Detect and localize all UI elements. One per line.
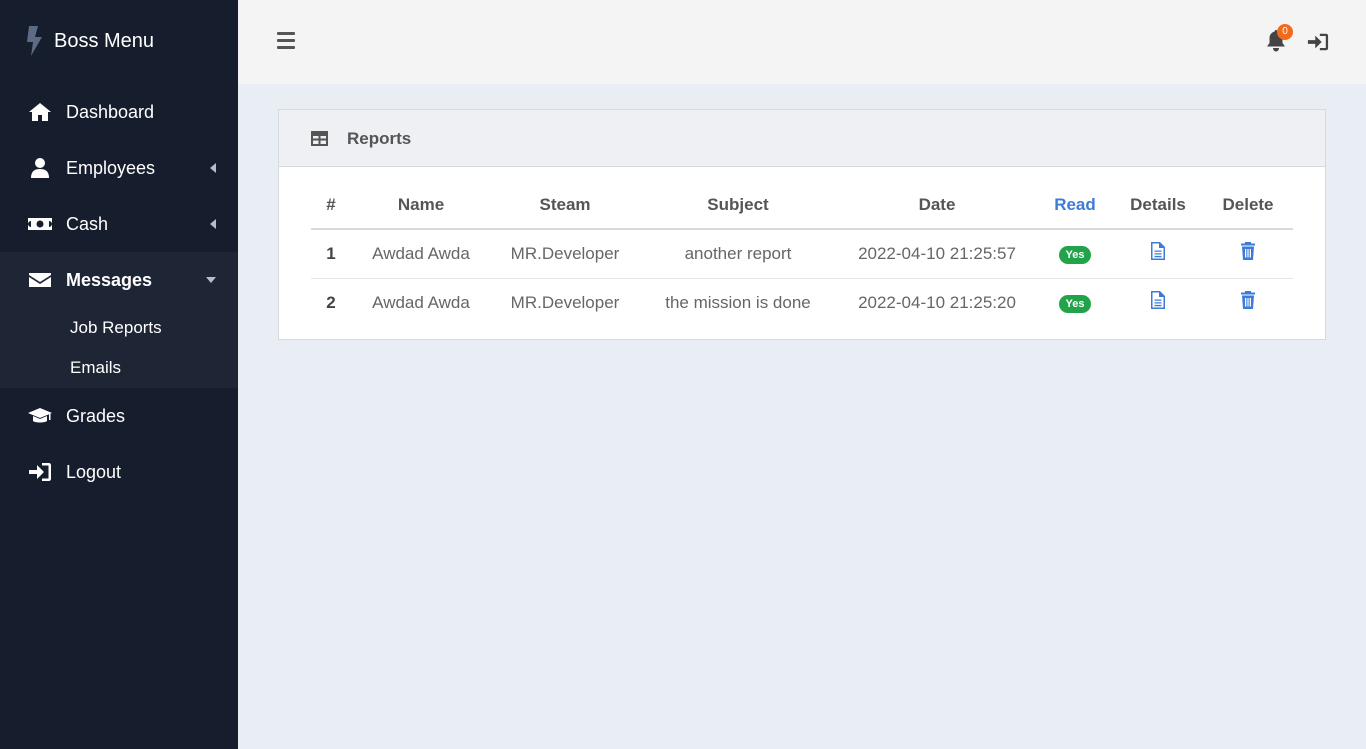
notification-badge: 0	[1277, 24, 1293, 40]
submenu-item-job-reports[interactable]: Job Reports	[70, 318, 162, 338]
cell-steam: MR.Developer	[510, 292, 620, 312]
money-bill-icon	[28, 212, 52, 236]
cell-name: Awdad Awda	[351, 229, 491, 279]
sidebar-item-logout[interactable]: Logout	[0, 444, 238, 500]
caret-left-icon	[210, 163, 216, 173]
column-header-delete: Delete	[1203, 182, 1293, 230]
card-title: Reports	[347, 129, 412, 148]
submenu-item-emails[interactable]: Emails	[70, 358, 121, 378]
file-icon[interactable]	[1150, 242, 1166, 261]
trash-icon[interactable]	[1240, 291, 1256, 310]
table-row: 1 Awdad Awda MR.Developer another report…	[311, 229, 1293, 279]
reports-card: Reports # Name Steam Subject Date Read D…	[278, 109, 1326, 340]
sidebar-item-label: Logout	[66, 461, 122, 482]
table-icon	[311, 131, 328, 146]
cell-delete	[1203, 229, 1293, 279]
sidebar-item-label: Cash	[66, 213, 109, 234]
envelope-icon	[28, 268, 52, 292]
cell-delete	[1203, 278, 1293, 327]
sidebar-item-label: Grades	[66, 405, 126, 426]
cell-date: 2022-04-10 21:25:20	[858, 292, 1016, 312]
column-header-read[interactable]: Read	[1037, 182, 1113, 230]
cell-details	[1113, 278, 1203, 327]
sidebar-item-dashboard[interactable]: Dashboard	[0, 84, 238, 140]
brand[interactable]: Boss Menu	[24, 26, 154, 56]
menu-toggle-icon[interactable]	[277, 32, 295, 50]
sidebar-item-messages[interactable]: Messages	[0, 252, 238, 308]
sidebar-item-employees[interactable]: Employees	[0, 140, 238, 196]
sign-in-icon[interactable]	[1307, 31, 1329, 53]
column-header-date: Date	[837, 182, 1037, 230]
cell-read: Yes	[1037, 278, 1113, 327]
read-status-badge: Yes	[1058, 246, 1092, 265]
cell-subject: the mission is done	[665, 292, 811, 312]
cell-read: Yes	[1037, 229, 1113, 279]
sidebar-item-grades[interactable]: Grades	[0, 388, 238, 444]
cell-number: 1	[311, 229, 351, 279]
column-header-subject: Subject	[639, 182, 837, 230]
home-icon	[28, 100, 52, 124]
table-row: 2 Awdad Awda MR.Developer the mission is…	[311, 278, 1293, 327]
sign-out-icon	[28, 460, 52, 484]
reports-table: # Name Steam Subject Date Read Details D…	[311, 182, 1293, 327]
cell-details	[1113, 229, 1203, 279]
cell-subject: another report	[639, 229, 837, 279]
card-header: Reports	[279, 110, 1325, 167]
caret-down-icon	[206, 277, 216, 283]
column-header-number: #	[311, 182, 351, 230]
messages-submenu: Job Reports Emails	[0, 308, 238, 388]
user-icon	[28, 156, 52, 180]
sidebar-item-label: Dashboard	[66, 101, 155, 122]
caret-left-icon	[210, 219, 216, 229]
sidebar: Boss Menu Dashboard Employees Cash Messa…	[0, 0, 238, 749]
table-header-row: # Name Steam Subject Date Read Details D…	[311, 182, 1293, 230]
topbar: 0	[238, 0, 1366, 84]
column-header-name: Name	[351, 182, 491, 230]
sidebar-item-label: Messages	[66, 269, 153, 290]
trash-icon[interactable]	[1240, 242, 1256, 261]
cell-steam: MR.Developer	[491, 229, 639, 279]
cell-name: Awdad Awda	[372, 292, 470, 312]
column-header-details: Details	[1113, 182, 1203, 230]
bolt-icon	[27, 26, 42, 56]
sidebar-item-cash[interactable]: Cash	[0, 196, 238, 252]
cell-number: 2	[326, 292, 336, 312]
graduation-cap-icon	[28, 404, 52, 428]
file-icon[interactable]	[1150, 291, 1166, 310]
brand-title: Boss Menu	[54, 29, 155, 52]
sidebar-item-label: Employees	[66, 157, 156, 178]
column-header-steam: Steam	[491, 182, 639, 230]
cell-date: 2022-04-10 21:25:57	[837, 229, 1037, 279]
read-status-badge: Yes	[1058, 295, 1092, 314]
